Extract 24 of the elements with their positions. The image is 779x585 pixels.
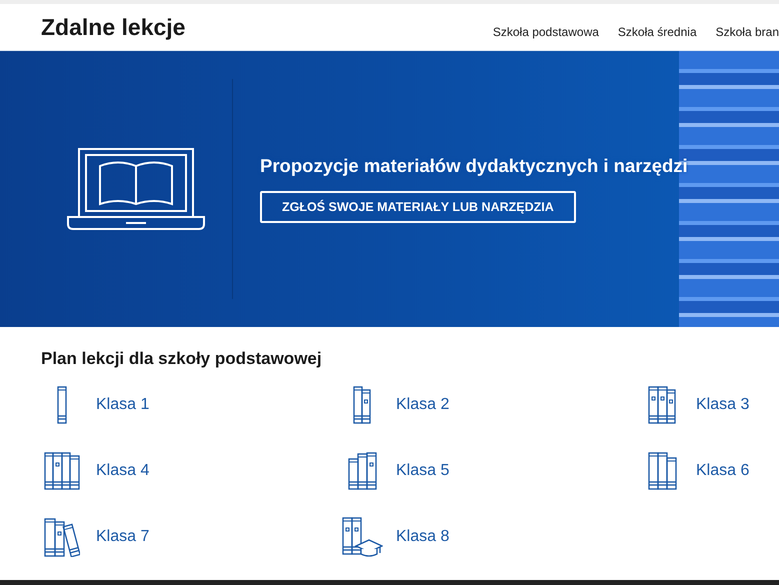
books-icon (57, 386, 67, 424)
grade-link[interactable]: Klasa 8 (341, 517, 641, 557)
books-icon (648, 452, 676, 490)
nav-link[interactable]: Szkoła średnia (618, 25, 697, 39)
grade-link[interactable]: Klasa 7 (41, 517, 341, 557)
books-icon (44, 518, 80, 556)
nav-link[interactable]: Szkoła bran (716, 25, 779, 39)
grade-link[interactable]: Klasa 3 (641, 385, 761, 425)
laptop-book-icon (67, 148, 205, 230)
submit-materials-button[interactable]: ZGŁOŚ SWOJE MATERIAŁY LUB NARZĘDZIA (260, 191, 576, 223)
books-icon (44, 452, 80, 490)
banner-heading: Propozycje materiałów dydaktycznych i narzędzi (260, 155, 688, 177)
site-title: Zdalne lekcje (41, 14, 186, 40)
grade-link[interactable]: Klasa 2 (341, 385, 641, 425)
books-icon (353, 386, 371, 424)
books-icon (648, 386, 676, 424)
section-heading: Plan lekcji dla szkoły podstawowej (41, 349, 323, 369)
grade-link[interactable]: Klasa 4 (41, 451, 341, 491)
grade-link[interactable]: Klasa 6 (641, 451, 761, 491)
books-icon (348, 452, 376, 490)
nav-link[interactable]: Szkoła podstawowa (492, 25, 599, 39)
grade-link[interactable]: Klasa 1 (41, 385, 341, 425)
books-graduation-cap-icon (342, 516, 382, 558)
grade-link[interactable]: Klasa 5 (341, 451, 641, 491)
